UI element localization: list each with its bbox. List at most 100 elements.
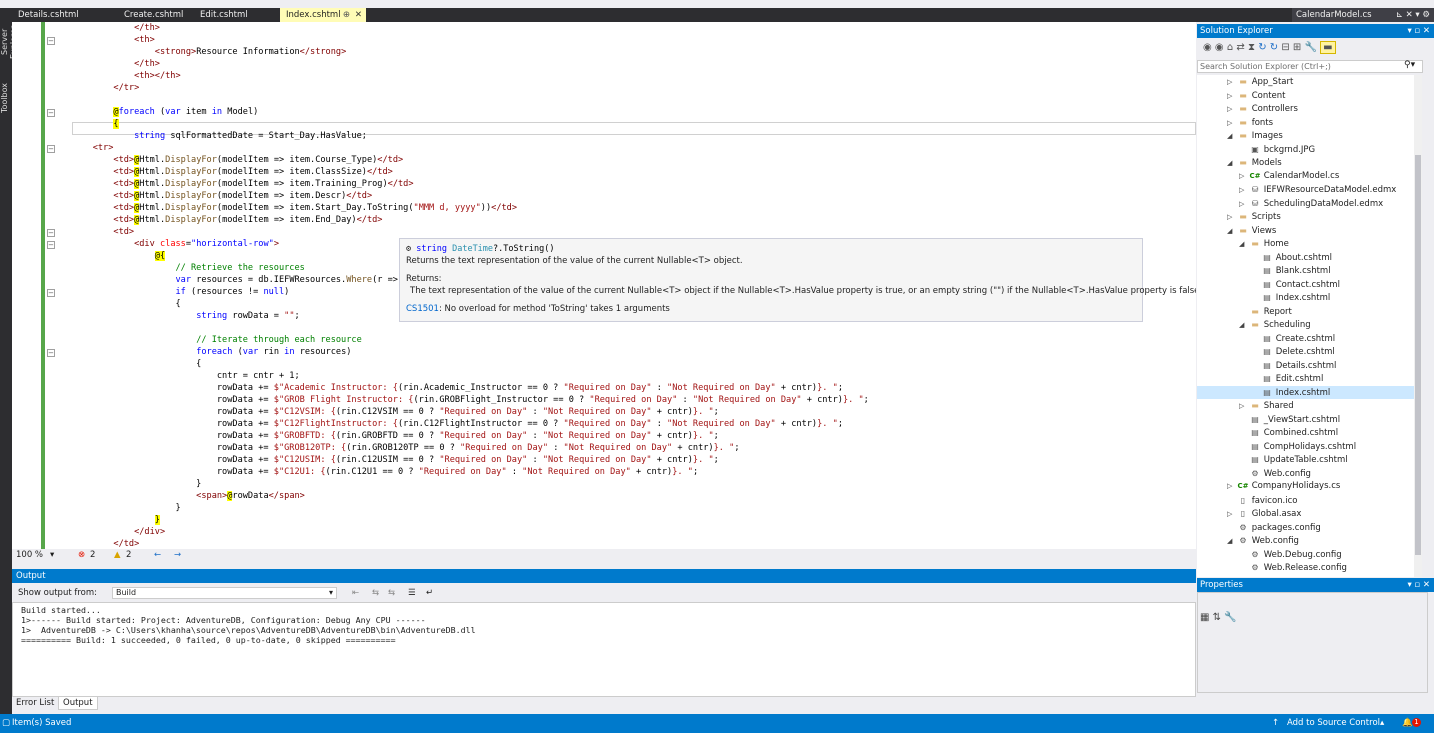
next-message-icon[interactable]: ⇆ (388, 584, 395, 602)
tree-node[interactable]: ▷ ▬ Controllers (1197, 102, 1414, 115)
tree-node[interactable]: ▤ Contact.cshtml (1197, 278, 1414, 291)
tree-node[interactable]: ▤ Delete.cshtml (1197, 345, 1414, 358)
expand-arrow-icon[interactable]: ▷ (1227, 90, 1237, 103)
toolbox-tab[interactable]: Toolbox (0, 78, 12, 118)
collapse-all-icon[interactable]: ⊟ (1281, 42, 1289, 53)
preview-selected-icon[interactable]: ▬ (1320, 41, 1336, 54)
expand-arrow-icon[interactable]: ◢ (1227, 225, 1237, 238)
error-count[interactable]: 2 (90, 549, 95, 562)
categorized-icon[interactable]: ▦ (1200, 612, 1209, 623)
tree-node[interactable]: ▣ bckgrnd.JPG (1197, 143, 1414, 156)
tree-node[interactable]: ▬ Report (1197, 305, 1414, 318)
nav-forward-icon[interactable]: → (174, 549, 181, 562)
tab-error-list[interactable]: Error List (12, 697, 58, 710)
tree-scrollbar-thumb[interactable] (1415, 155, 1421, 555)
pin-icon[interactable]: ⊕ (343, 8, 350, 22)
expand-arrow-icon[interactable]: ▷ (1227, 508, 1237, 521)
tab-controls-icon[interactable]: ⊾ ✕ ▾ ⚙ (1396, 8, 1430, 22)
word-wrap-icon[interactable]: ↵ (426, 584, 433, 602)
expand-arrow-icon[interactable]: ▷ (1239, 400, 1249, 413)
error-code-link[interactable]: CS1501 (406, 304, 439, 314)
tree-node[interactable]: ▤ CompHolidays.cshtml (1197, 440, 1414, 453)
tree-node[interactable]: ◢ ⚙ Web.config (1197, 534, 1414, 547)
tab-calendarmodel[interactable]: CalendarModel.cs ⊾ ✕ ▾ ⚙ (1292, 8, 1434, 22)
expand-arrow-icon[interactable]: ▷ (1227, 117, 1237, 130)
properties-wrench-icon[interactable]: 🔧 (1305, 42, 1317, 53)
panel-controls-icon[interactable]: ▾ ▫ ✕ (1407, 24, 1430, 38)
alphabetical-icon[interactable]: ⇅ (1213, 612, 1221, 623)
expand-arrow-icon[interactable]: ◢ (1239, 319, 1249, 332)
forward-icon[interactable]: ◉ (1215, 42, 1224, 53)
nav-back-icon[interactable]: ← (154, 549, 161, 562)
expand-arrow-icon[interactable]: ▷ (1239, 170, 1249, 183)
tab-create[interactable]: Create.cshtml (118, 8, 198, 22)
tree-node[interactable]: ▷ ⛁ IEFWResourceDataModel.edmx (1197, 183, 1414, 196)
tree-node[interactable]: ▯ favicon.ico (1197, 494, 1414, 507)
refresh-icon[interactable]: ↻ (1270, 42, 1278, 53)
tree-node[interactable]: ◢ ▬ Models (1197, 156, 1414, 169)
solution-tree[interactable]: ▷ ▬ App_Start ▷ ▬ Content ▷ ▬ Controllers ▷ ▬ f… (1197, 75, 1414, 577)
tree-node[interactable]: ▷ ▯ Global.asax (1197, 507, 1414, 520)
tree-node[interactable]: ⚙ Web.Debug.config (1197, 548, 1414, 561)
switch-views-icon[interactable]: ⇄ (1236, 42, 1244, 53)
prev-message-icon[interactable]: ⇆ (372, 584, 379, 602)
clear-all-icon[interactable]: ☰ (408, 584, 416, 602)
tree-node[interactable]: ⚙ Web.Release.config (1197, 561, 1414, 574)
expand-arrow-icon[interactable]: ◢ (1227, 157, 1237, 170)
tree-node[interactable]: ◢ ▬ Home (1197, 237, 1414, 250)
tree-node[interactable]: ▤ UpdateTable.cshtml (1197, 453, 1414, 466)
tree-node[interactable]: ▤ Edit.cshtml (1197, 372, 1414, 385)
notification-bell-icon[interactable]: 🔔 (1402, 714, 1413, 733)
tab-edit[interactable]: Edit.cshtml (194, 8, 279, 22)
fold-toggle-icon[interactable]: − (47, 109, 55, 117)
expand-arrow-icon[interactable]: ▷ (1239, 184, 1249, 197)
tree-node[interactable]: ⚙ packages.config (1197, 521, 1414, 534)
tree-node[interactable]: ▤ About.cshtml (1197, 251, 1414, 264)
expand-arrow-icon[interactable]: ▷ (1239, 198, 1249, 211)
fold-toggle-icon[interactable]: − (47, 229, 55, 237)
expand-arrow-icon[interactable]: ◢ (1227, 535, 1237, 548)
chevron-up-icon[interactable]: ▴ (1380, 714, 1384, 733)
fold-toggle-icon[interactable]: − (47, 145, 55, 153)
expand-arrow-icon[interactable]: ▷ (1227, 103, 1237, 116)
fold-toggle-icon[interactable]: − (47, 37, 55, 45)
show-all-files-icon[interactable]: ⊞ (1293, 42, 1301, 53)
close-icon[interactable]: ✕ (355, 8, 362, 22)
tree-node[interactable]: ▷ ▬ Shared (1197, 399, 1414, 412)
expand-arrow-icon[interactable]: ▷ (1227, 211, 1237, 224)
property-pages-icon[interactable]: 🔧 (1224, 612, 1236, 623)
panel-controls-icon[interactable]: ▾ ▫ ✕ (1407, 578, 1430, 592)
server-explorer-tab[interactable]: Server Explorer (0, 12, 18, 72)
tree-node[interactable]: ▷ ▬ Content (1197, 89, 1414, 102)
tree-node[interactable]: ◢ ▬ Images (1197, 129, 1414, 142)
fold-toggle-icon[interactable]: − (47, 349, 55, 357)
tree-node[interactable]: ▷ ▬ fonts (1197, 116, 1414, 129)
search-icon[interactable]: ⚲▾ (1404, 60, 1415, 70)
fold-toggle-icon[interactable]: − (47, 289, 55, 297)
add-to-source-control-button[interactable]: Add to Source Control (1287, 714, 1380, 733)
solution-explorer-search-input[interactable]: Search Solution Explorer (Ctrl+;) (1197, 60, 1423, 73)
output-source-select[interactable]: Build ▾ (112, 587, 337, 599)
tree-node[interactable]: ▤ Details.cshtml (1197, 359, 1414, 372)
home-icon[interactable]: ⌂ (1227, 42, 1233, 53)
chevron-down-icon[interactable]: ▾ (50, 549, 54, 562)
tree-node[interactable]: ▤ Create.cshtml (1197, 332, 1414, 345)
sync-icon[interactable]: ↻ (1258, 42, 1266, 53)
tree-node[interactable]: ▷ C# CompanyHolidays.cs (1197, 480, 1414, 493)
tab-details[interactable]: Details.cshtml (12, 8, 104, 22)
tree-node[interactable]: ◢ ▬ Scheduling (1197, 318, 1414, 331)
expand-arrow-icon[interactable]: ▷ (1227, 480, 1237, 493)
tree-node[interactable]: ▤ Blank.cshtml (1197, 264, 1414, 277)
output-text-area[interactable]: Build started... 1>------ Build started:… (12, 602, 1196, 697)
tree-node[interactable]: ▤ Combined.cshtml (1197, 426, 1414, 439)
expand-arrow-icon[interactable]: ◢ (1227, 130, 1237, 143)
tree-node[interactable]: ▷ C# CalendarModel.cs (1197, 170, 1414, 183)
back-icon[interactable]: ◉ (1203, 42, 1212, 53)
tree-node[interactable]: ▤ Index.cshtml (1197, 291, 1414, 304)
zoom-level[interactable]: 100 % (16, 549, 43, 562)
tab-index[interactable]: Index.cshtml ⊕ ✕ (280, 8, 366, 22)
fold-toggle-icon[interactable]: − (47, 241, 55, 249)
tree-node[interactable]: ◢ ▬ Views (1197, 224, 1414, 237)
expand-arrow-icon[interactable]: ◢ (1239, 238, 1249, 251)
find-message-icon[interactable]: ⇤ (352, 584, 359, 602)
